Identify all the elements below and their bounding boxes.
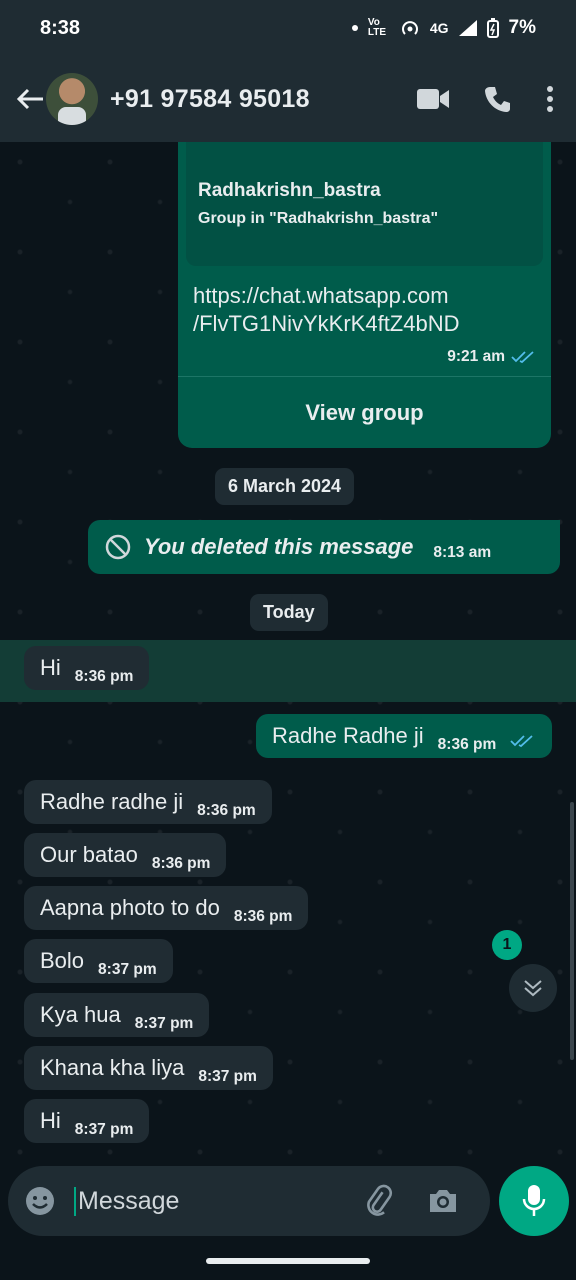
hotspot-icon <box>401 21 418 35</box>
header-actions <box>416 85 554 113</box>
message-time: 8:37 pm <box>198 1068 257 1085</box>
today-chip: Today <box>250 594 328 631</box>
more-options-icon[interactable] <box>546 85 554 113</box>
message-text: Khana kha liya <box>40 1055 185 1080</box>
date-chip: 6 March 2024 <box>215 468 355 505</box>
group-link-line2[interactable]: /FlvTG1NivYkKrK4ftZ4bND <box>193 310 460 338</box>
message-text: Our batao <box>40 842 138 867</box>
message-time: 9:21 am <box>447 348 505 365</box>
incoming-message[interactable]: Kya hua 8:37 pm <box>24 993 210 1037</box>
group-link-line1[interactable]: https://chat.whatsapp.com <box>193 282 460 310</box>
phone-icon[interactable] <box>484 85 512 113</box>
message-time: 8:36 pm <box>437 736 497 753</box>
group-subtitle: Group in "Radhakrishn_bastra" <box>198 210 439 227</box>
deleted-text: You deleted this message <box>144 534 414 559</box>
read-ticks-icon <box>511 351 534 364</box>
avatar[interactable] <box>46 73 98 125</box>
deleted-message[interactable]: You deleted this message 8:13 am <box>88 520 560 574</box>
scroll-to-bottom-button[interactable] <box>509 964 557 1012</box>
volte-icon: Vo LTE <box>367 17 386 38</box>
chat-area[interactable]: Radhakrishn_bastra Group in "Radhakrishn… <box>0 142 576 1160</box>
incoming-message[interactable]: Hi 8:37 pm <box>24 1099 150 1143</box>
message-time: 8:37 pm <box>134 1015 194 1032</box>
message-time: 8:36 pm <box>197 802 256 819</box>
double-chevron-down-icon <box>524 980 542 997</box>
message-time: 8:37 pm <box>74 1121 134 1138</box>
status-bar: 8:38 Vo LTE 4G 7% <box>0 0 576 56</box>
message-text: Bolo <box>40 948 85 973</box>
incoming-message[interactable]: Aapna photo to do 8:36 pm <box>24 886 309 930</box>
scrollbar[interactable] <box>570 802 574 1060</box>
message-time: 8:37 pm <box>98 961 157 978</box>
message-text: Kya hua <box>40 1002 121 1027</box>
read-ticks-icon <box>510 735 533 748</box>
voice-message-button[interactable] <box>499 1166 569 1236</box>
network-type: 4G <box>429 20 449 36</box>
emoji-icon[interactable] <box>24 1185 56 1217</box>
back-button[interactable] <box>10 79 50 119</box>
message-time: 8:36 pm <box>151 855 211 872</box>
battery-icon <box>486 18 499 38</box>
divider <box>178 376 551 377</box>
status-time: 8:38 <box>40 16 81 39</box>
group-name: Radhakrishn_bastra <box>198 180 381 201</box>
message-composer <box>8 1166 490 1236</box>
message-text: Hi <box>40 1108 61 1133</box>
contact-name[interactable]: +91 97584 95018 <box>110 85 310 114</box>
video-call-icon[interactable] <box>416 87 450 111</box>
message-time: 8:36 pm <box>233 908 293 925</box>
signal-icon <box>458 20 477 36</box>
group-link[interactable]: https://chat.whatsapp.com /FlvTG1NivYkKr… <box>193 282 460 338</box>
incoming-message[interactable]: Hi 8:36 pm <box>24 646 150 690</box>
outgoing-message[interactable]: Radhe Radhe ji 8:36 pm <box>256 714 553 758</box>
message-text: Hi <box>40 655 61 680</box>
notification-dot-icon <box>351 25 358 31</box>
unread-count-badge: 1 <box>492 930 522 960</box>
message-input[interactable] <box>74 1186 344 1216</box>
back-arrow-icon <box>16 88 43 110</box>
chat-header: +91 97584 95018 <box>0 56 576 142</box>
camera-icon[interactable] <box>426 1184 460 1218</box>
message-time: 8:36 pm <box>74 668 134 685</box>
attachment-icon[interactable] <box>362 1184 396 1218</box>
message-text: Radhe Radhe ji <box>272 723 424 748</box>
status-icons: Vo LTE 4G 7% <box>351 17 536 39</box>
group-invite-message[interactable]: Radhakrishn_bastra Group in "Radhakrishn… <box>178 142 551 448</box>
message-text: Radhe radhe ji <box>40 789 184 814</box>
incoming-message[interactable]: Our batao 8:36 pm <box>24 833 227 877</box>
incoming-message[interactable]: Radhe radhe ji 8:36 pm <box>24 780 272 824</box>
incoming-message[interactable]: Bolo 8:37 pm <box>24 939 173 983</box>
message-time: 8:13 am <box>433 544 492 561</box>
message-meta: 9:21 am <box>447 348 537 366</box>
gesture-bar[interactable] <box>206 1258 370 1264</box>
battery-percent: 7% <box>508 17 536 38</box>
view-group-button[interactable]: View group <box>178 400 551 426</box>
microphone-icon <box>522 1185 546 1216</box>
blocked-icon <box>105 534 131 560</box>
message-text: Aapna photo to do <box>40 895 220 920</box>
incoming-message[interactable]: Khana kha liya 8:37 pm <box>24 1046 273 1090</box>
group-preview[interactable]: Radhakrishn_bastra Group in "Radhakrishn… <box>186 142 543 266</box>
